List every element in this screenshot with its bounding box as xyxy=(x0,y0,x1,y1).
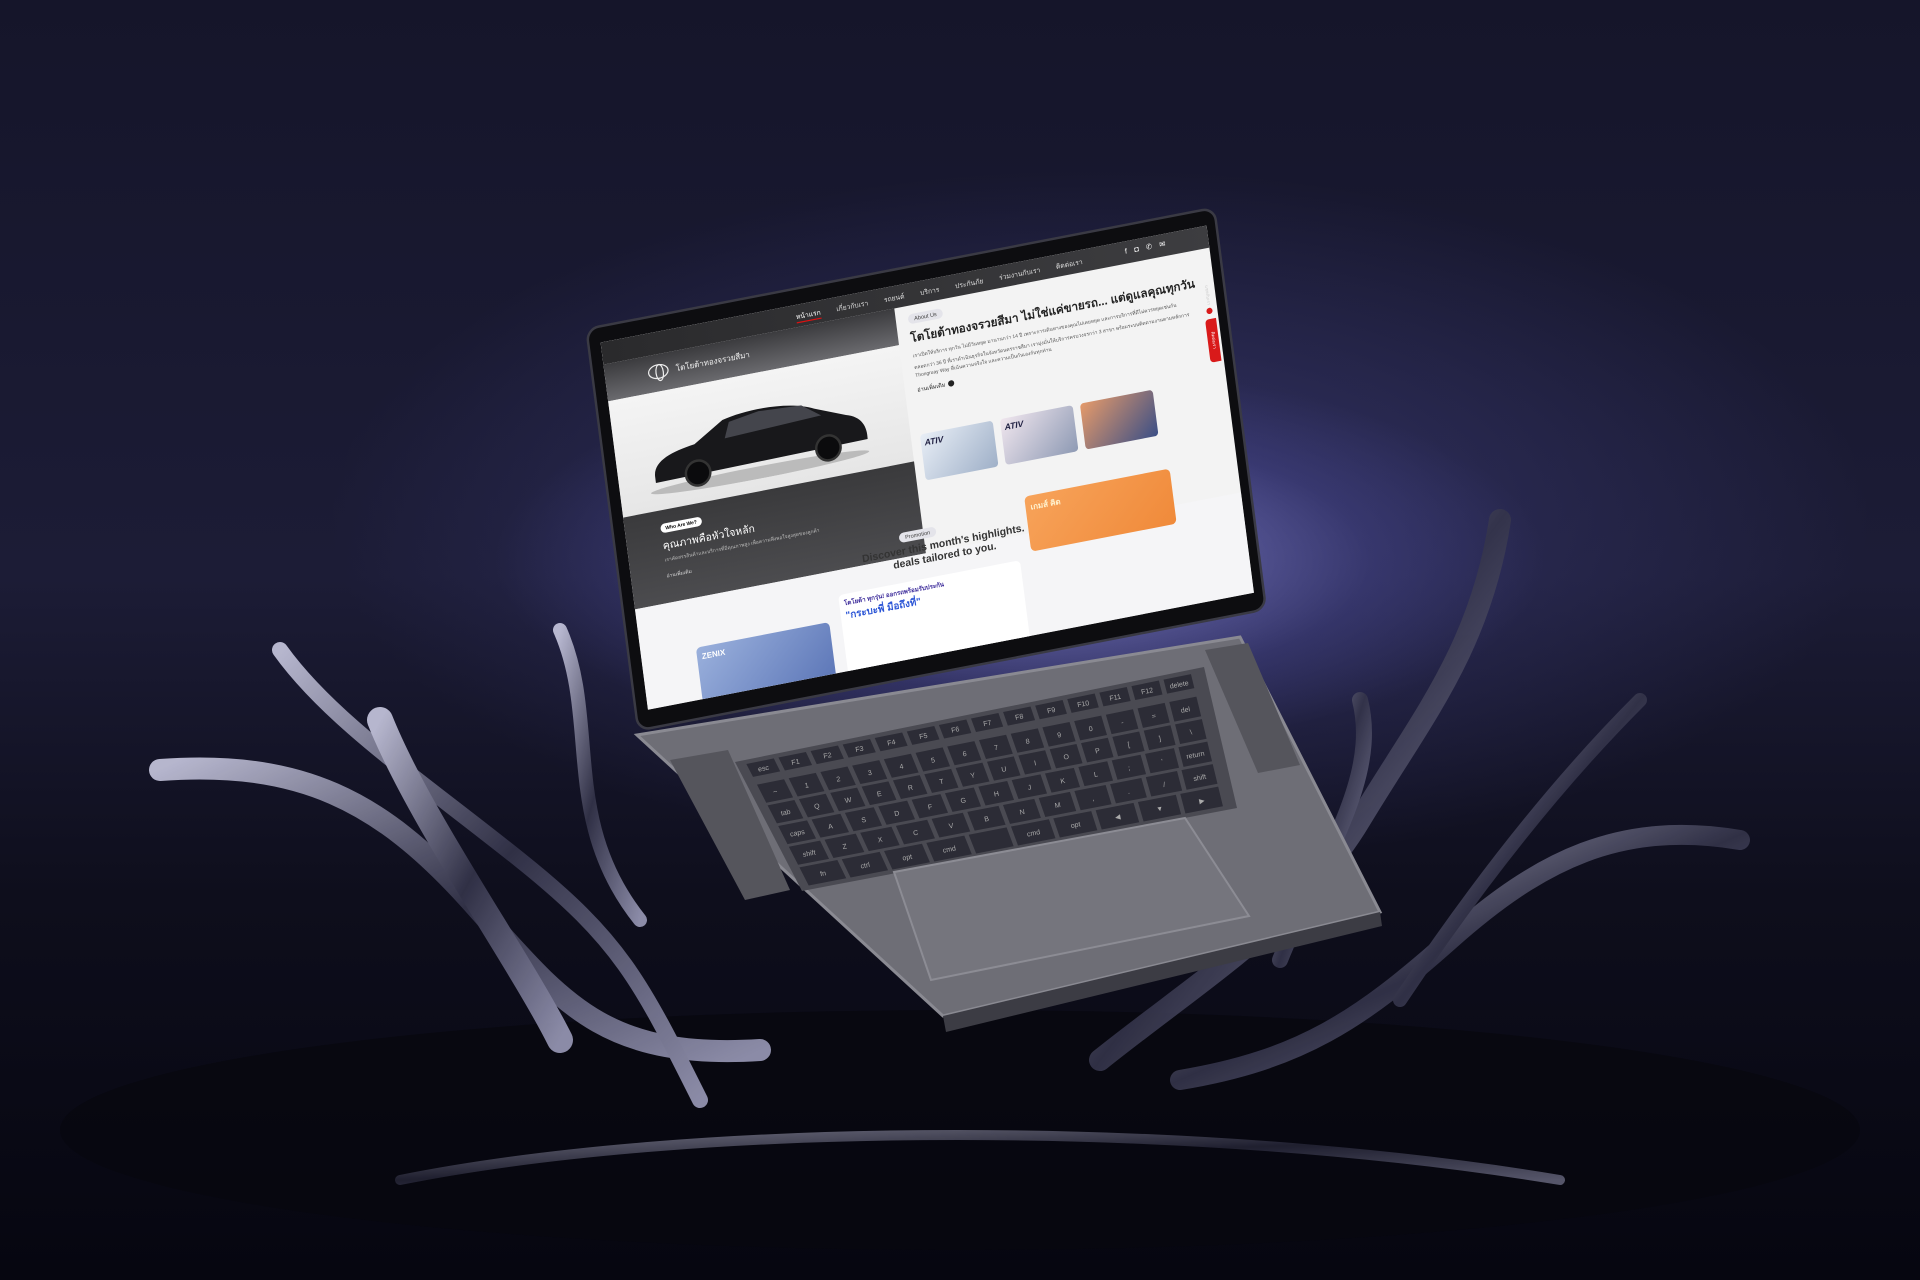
chat-label[interactable]: แชทกับเรา xyxy=(1203,285,1212,306)
contact-side-label: ติดต่อเรา xyxy=(1210,331,1217,350)
arrow-circle-icon xyxy=(947,379,955,388)
promo-card-game[interactable]: เกมส์ คิด xyxy=(1024,468,1177,552)
toyota-logo-icon xyxy=(647,362,670,381)
nav-item[interactable]: ประกันภัย xyxy=(954,275,984,293)
instagram-icon[interactable]: ◘ xyxy=(1134,244,1139,253)
nav-item[interactable]: รถยนต์ xyxy=(883,290,905,306)
phone-icon[interactable]: ✆ xyxy=(1145,242,1152,252)
nav-item[interactable]: บริการ xyxy=(919,284,940,300)
read-more-label: อ่านเพิ่มเติม xyxy=(916,381,946,394)
notification-dot xyxy=(1206,307,1213,315)
about-pill: About Us xyxy=(907,307,944,325)
thumbnail-ativ-1[interactable]: ATIV xyxy=(919,420,999,481)
who-read-more-link[interactable]: อ่านเพิ่มเติม xyxy=(666,567,692,580)
thumbnail-label: ATIV xyxy=(923,433,944,448)
thumbnail-ativ-2[interactable]: ATIV xyxy=(999,405,1079,466)
nav-item[interactable]: ร่วมงานกับเรา xyxy=(998,264,1041,284)
key-label: ▼ xyxy=(1156,806,1164,814)
mail-icon[interactable]: ✉ xyxy=(1159,239,1166,249)
thumbnail-label: ATIV xyxy=(1003,418,1024,432)
nav-item[interactable]: เกี่ยวกับเรา xyxy=(836,297,869,315)
brand-name: โตโยต้าทองจรวยสีมา xyxy=(675,349,751,373)
nav-item[interactable]: ติดต่อเรา xyxy=(1055,256,1084,273)
nav-item[interactable]: หน้าแรก xyxy=(795,306,822,324)
social-links: f ◘ ✆ ✉ xyxy=(1124,239,1166,255)
promo-thumbnails: ATIV ATIV xyxy=(919,389,1159,481)
promo-card-zenix[interactable]: ZENIX xyxy=(695,622,837,703)
facebook-icon[interactable]: f xyxy=(1124,247,1127,256)
thumbnail-people[interactable] xyxy=(1079,389,1159,450)
contact-side-button[interactable]: ติดต่อเรา xyxy=(1205,317,1222,363)
